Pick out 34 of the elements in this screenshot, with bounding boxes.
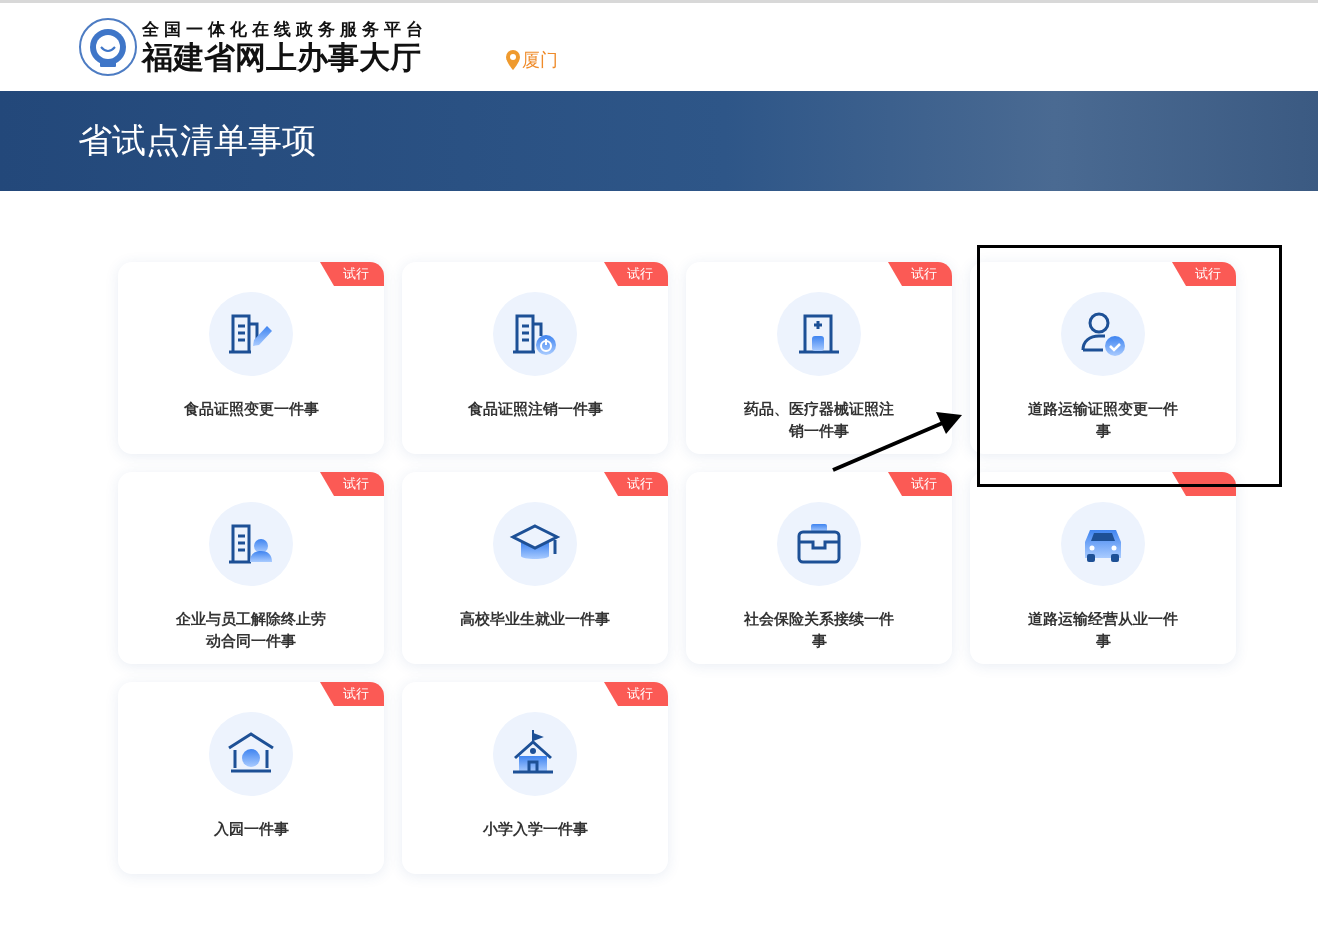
trial-badge: 试行 [320,682,384,706]
service-title: 食品证照注销一件事 [467,400,603,419]
service-title: 道路运输经营从业一件事 [1027,610,1179,651]
service-title: 高校毕业生就业一件事 [460,610,610,629]
site-logo [78,17,138,77]
service-title: 社会保险关系接续一件事 [743,610,895,651]
service-card[interactable]: 试行 高校毕业生就业一件事 [402,472,668,664]
service-card[interactable]: 试行 企业与员工解除终止劳动合同一件事 [118,472,384,664]
location-pin-icon [506,50,520,70]
service-card[interactable]: 试行 小学入学一件事 [402,682,668,874]
service-card[interactable]: 试行 社会保险关系接续一件事 [686,472,952,664]
trial-badge: 试行 [888,262,952,286]
service-card[interactable]: 试行 道路运输证照变更一件事 [970,262,1236,454]
service-card[interactable]: 试行 药品、医疗器械证照注销一件事 [686,262,952,454]
service-title: 道路运输证照变更一件事 [1027,400,1179,441]
service-title: 食品证照变更一件事 [183,400,319,419]
platform-name: 全国一体化在线政务服务平台 [142,19,428,39]
trial-badge: 试行 [604,682,668,706]
trial-badge: 试行 [888,472,952,496]
service-card[interactable]: 试行 食品证照注销一件事 [402,262,668,454]
service-card[interactable]: 试行 食品证照变更一件事 [118,262,384,454]
trial-badge: 试行 [1172,262,1236,286]
trial-badge: 试行 [320,472,384,496]
service-title: 小学入学一件事 [482,820,588,839]
trial-badge: 试行 [320,262,384,286]
service-title: 入园一件事 [213,820,289,839]
service-title: 药品、医疗器械证照注销一件事 [743,400,895,441]
site-title: 福建省网上办事大厅 [142,39,422,75]
service-title: 企业与员工解除终止劳动合同一件事 [175,610,327,651]
service-card[interactable]: 道路运输经营从业一件事 [970,472,1236,664]
trial-badge: 试行 [604,262,668,286]
banner-title: 省试点清单事项 [78,119,316,162]
service-card[interactable]: 试行 入园一件事 [118,682,384,874]
trial-badge: 试行 [604,472,668,496]
